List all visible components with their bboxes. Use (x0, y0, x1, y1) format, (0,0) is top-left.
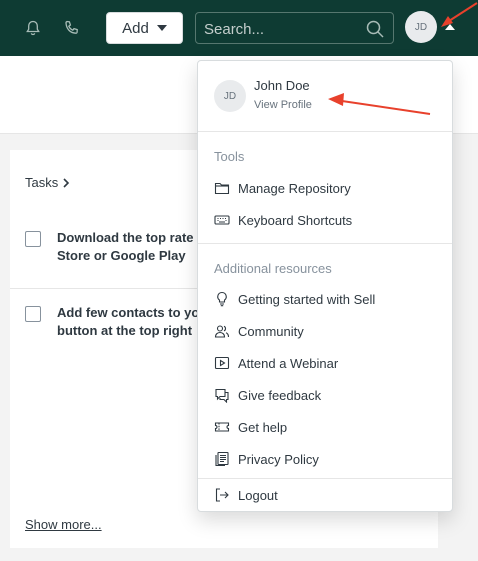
divider (198, 131, 452, 132)
menu-item-manage-repository[interactable]: Manage Repository (214, 178, 444, 198)
ticket-icon (214, 422, 230, 432)
divider (198, 478, 452, 479)
caret-down-icon (156, 25, 167, 31)
divider (198, 243, 452, 244)
show-more-link[interactable]: Show more... (25, 517, 102, 532)
search-icon[interactable] (365, 19, 385, 39)
chevron-right-icon (63, 177, 70, 188)
menu-item-label: Community (238, 323, 304, 339)
additional-resources-heading: Additional resources (214, 261, 332, 276)
user-name[interactable]: John Doe (254, 78, 310, 93)
menu-item-give-feedback[interactable]: Give feedback (214, 385, 444, 405)
tools-heading: Tools (214, 149, 245, 164)
menu-item-label: Get help (238, 419, 288, 435)
profile-dropdown-menu: JD John Doe View Profile Tools Manage Re… (197, 60, 453, 512)
menu-item-keyboard-shortcuts[interactable]: Keyboard Shortcuts (214, 210, 444, 230)
webinar-icon (214, 356, 230, 370)
menu-item-label: Attend a Webinar (238, 355, 339, 371)
user-avatar-button[interactable]: JD (405, 11, 437, 43)
task-checkbox[interactable] (25, 231, 41, 247)
task-checkbox[interactable] (25, 306, 41, 322)
menu-item-label: Keyboard Shortcuts (238, 212, 353, 228)
keyboard-icon (214, 215, 230, 225)
search-box (195, 12, 394, 44)
bell-icon[interactable] (24, 19, 42, 37)
divider (10, 288, 200, 289)
caret-up-icon[interactable] (445, 24, 455, 30)
menu-item-label: Manage Repository (238, 180, 351, 196)
menu-item-attend-webinar[interactable]: Attend a Webinar (214, 353, 444, 373)
menu-item-label: Getting started with Sell (238, 291, 376, 307)
menu-item-get-help[interactable]: Get help (214, 417, 444, 437)
community-icon (214, 325, 230, 338)
menu-item-getting-started[interactable]: Getting started with Sell (214, 289, 444, 309)
menu-item-community[interactable]: Community (214, 321, 444, 341)
menu-avatar[interactable]: JD (214, 80, 246, 112)
tasks-link[interactable]: Tasks (25, 175, 70, 190)
menu-item-label: Privacy Policy (238, 451, 319, 467)
document-icon (215, 451, 229, 467)
logout-icon (215, 488, 229, 502)
menu-item-logout[interactable]: Logout (214, 485, 444, 505)
tasks-title: Tasks (25, 175, 59, 190)
menu-item-label: Logout (238, 487, 278, 503)
add-button-label: Add (122, 19, 149, 37)
phone-icon[interactable] (63, 19, 81, 37)
menu-item-privacy-policy[interactable]: Privacy Policy (214, 449, 444, 469)
lightbulb-icon (217, 291, 227, 307)
search-input[interactable] (204, 19, 364, 39)
top-navigation-bar: Add JD (0, 0, 478, 56)
folder-icon (214, 182, 230, 195)
add-button[interactable]: Add (106, 12, 183, 44)
feedback-icon (215, 388, 229, 403)
view-profile-link[interactable]: View Profile (254, 99, 312, 111)
menu-item-label: Give feedback (238, 387, 322, 403)
